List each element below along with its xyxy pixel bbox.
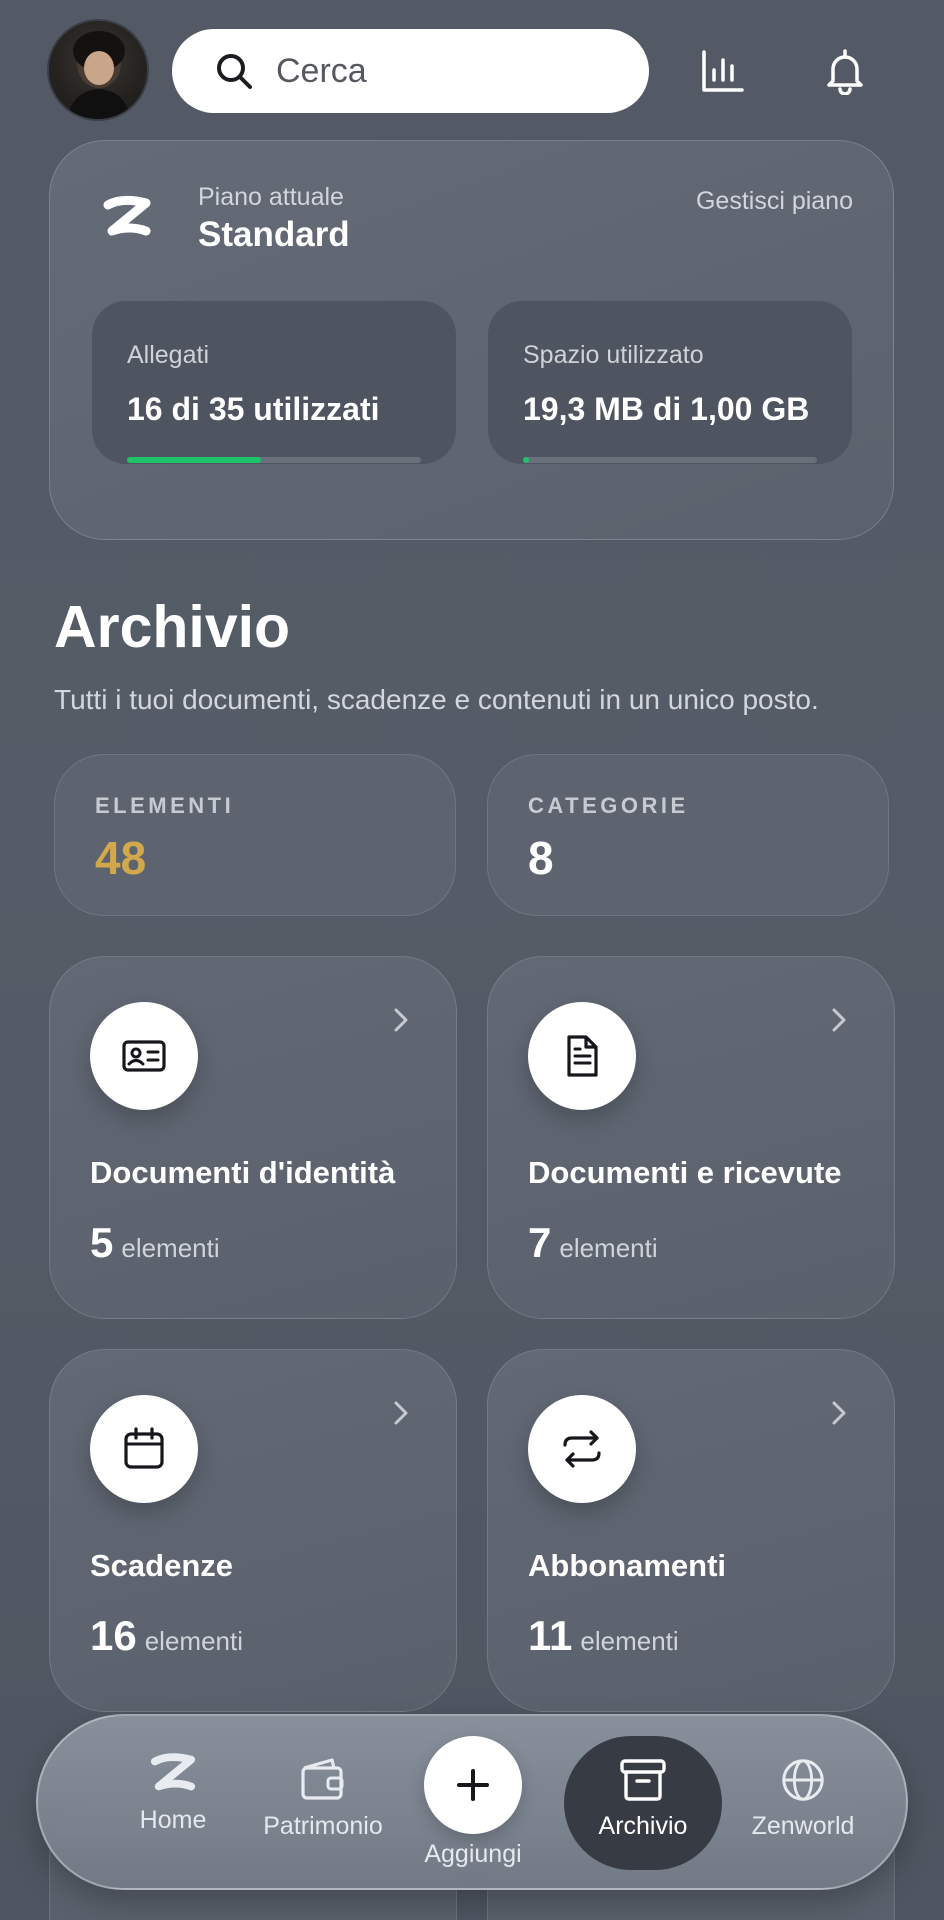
category-title: Scadenze xyxy=(90,1548,234,1583)
id-card-icon xyxy=(122,1040,166,1072)
category-count-number: 7 xyxy=(528,1219,552,1266)
attachments-progress-fill xyxy=(127,457,262,463)
attachments-usage: Allegati 16 di 35 utilizzati xyxy=(92,301,456,464)
category-icon-wrap xyxy=(528,1395,636,1503)
stat-card-categories: CATEGORIE 8 xyxy=(487,754,889,916)
nav-label: Patrimonio xyxy=(263,1812,383,1840)
bottom-navigation: Home Patrimonio Aggiungi Archivio Zenwor… xyxy=(36,1714,908,1890)
category-count-unit: elementi xyxy=(580,1626,679,1656)
category-count-number: 5 xyxy=(90,1219,114,1266)
stats-button[interactable] xyxy=(693,41,753,101)
stat-label: ELEMENTI xyxy=(95,793,235,818)
logo-icon xyxy=(150,1753,196,1791)
nav-item-home[interactable]: Home xyxy=(98,1750,248,1835)
page-description: Tutti i tuoi documenti, scadenze e conte… xyxy=(54,684,819,715)
avatar-photo xyxy=(67,31,131,119)
bar-chart-icon xyxy=(702,50,744,92)
storage-label: Spazio utilizzato xyxy=(523,341,704,369)
add-button[interactable] xyxy=(424,1736,522,1834)
plus-icon xyxy=(457,1769,489,1801)
stat-value: 8 xyxy=(528,832,554,884)
storage-progress-fill xyxy=(523,457,530,463)
nav-label: Home xyxy=(139,1806,207,1834)
category-card-identity-documents[interactable]: Documenti d'identità 5 elementi xyxy=(49,956,457,1319)
calendar-icon xyxy=(124,1427,164,1469)
manage-plan-link[interactable]: Gestisci piano xyxy=(696,187,853,216)
search-input[interactable]: Cerca xyxy=(172,29,649,113)
category-card-subscriptions[interactable]: Abbonamenti 11 elementi xyxy=(487,1349,895,1712)
category-count-unit: elementi xyxy=(121,1233,220,1263)
storage-progress-track xyxy=(523,457,817,463)
category-count-unit: elementi xyxy=(144,1626,243,1656)
attachments-progress-track xyxy=(127,457,421,463)
category-icon-wrap xyxy=(528,1002,636,1110)
plan-card: Piano attuale Standard Gestisci piano Al… xyxy=(49,140,894,540)
category-count: 11 elementi xyxy=(528,1612,679,1660)
document-icon xyxy=(567,1035,598,1077)
category-count: 16 elementi xyxy=(90,1612,243,1660)
category-count-number: 16 xyxy=(90,1612,137,1659)
bell-icon xyxy=(827,49,863,95)
globe-icon xyxy=(782,1759,824,1801)
category-card-deadlines[interactable]: Scadenze 16 elementi xyxy=(49,1349,457,1712)
wallet-icon xyxy=(301,1758,344,1800)
category-count: 7 elementi xyxy=(528,1219,658,1267)
category-icon-wrap xyxy=(90,1395,198,1503)
category-card-documents-receipts[interactable]: Documenti e ricevute 7 elementi xyxy=(487,956,895,1319)
search-icon xyxy=(217,54,252,89)
page-title: Archivio xyxy=(54,594,291,660)
plan-caption: Piano attuale xyxy=(198,183,344,211)
category-icon-wrap xyxy=(90,1002,198,1110)
attachments-value: 16 di 35 utilizzati xyxy=(127,391,380,427)
logo-icon xyxy=(103,195,151,236)
category-count: 5 elementi xyxy=(90,1219,220,1267)
chevron-right-icon xyxy=(394,1401,408,1425)
stat-label: CATEGORIE xyxy=(528,793,689,818)
nav-item-add[interactable]: Aggiungi xyxy=(403,1736,543,1869)
category-title: Documenti d'identità xyxy=(90,1155,396,1190)
storage-value: 19,3 MB di 1,00 GB xyxy=(523,391,810,427)
category-count-number: 11 xyxy=(528,1612,573,1659)
search-placeholder: Cerca xyxy=(276,51,367,90)
repeat-icon xyxy=(563,1430,601,1468)
nav-item-archive[interactable]: Archivio xyxy=(564,1756,722,1841)
chevron-right-icon xyxy=(832,1401,846,1425)
category-count-unit: elementi xyxy=(559,1233,658,1263)
notifications-button[interactable] xyxy=(815,41,875,101)
plan-name: Standard xyxy=(198,215,350,254)
nav-label: Archivio xyxy=(598,1812,688,1840)
nav-label: Aggiungi xyxy=(424,1840,522,1868)
avatar[interactable] xyxy=(47,19,149,121)
nav-item-assets[interactable]: Patrimonio xyxy=(243,1756,403,1841)
category-title: Abbonamenti xyxy=(528,1548,727,1583)
chevron-right-icon xyxy=(394,1008,408,1032)
storage-usage: Spazio utilizzato 19,3 MB di 1,00 GB xyxy=(488,301,852,464)
archive-box-icon xyxy=(620,1759,666,1801)
stat-value: 48 xyxy=(95,832,147,884)
chevron-right-icon xyxy=(832,1008,846,1032)
nav-label: Zenworld xyxy=(751,1812,855,1840)
category-title: Documenti e ricevute xyxy=(528,1155,842,1190)
stat-card-elements: ELEMENTI 48 xyxy=(54,754,456,916)
attachments-label: Allegati xyxy=(127,341,209,369)
nav-item-zenworld[interactable]: Zenworld xyxy=(728,1756,878,1841)
